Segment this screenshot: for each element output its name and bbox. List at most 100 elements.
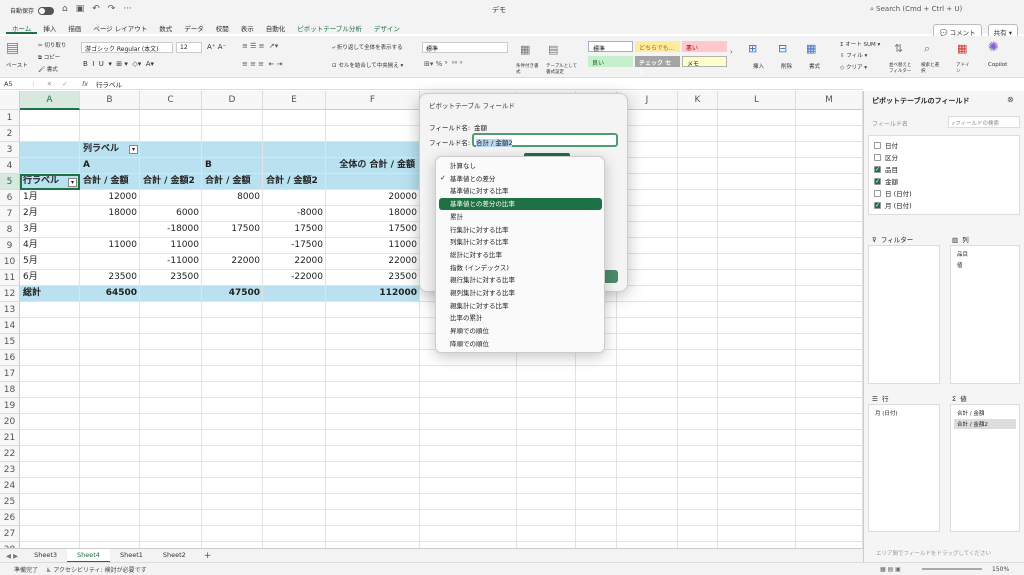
row-header-4[interactable]: 4 [0,158,20,174]
row-header-15[interactable]: 15 [0,334,20,350]
field-item[interactable]: 区分 [874,152,898,162]
row-header-16[interactable]: 16 [0,350,20,366]
menu-item-3[interactable]: 基準値との差分の比率 [439,198,602,211]
value-cell[interactable]: 17500 [263,222,326,237]
menu-item-11[interactable]: 親集計に対する比率 [450,300,509,310]
row-header-17[interactable]: 17 [0,366,20,382]
value-cell[interactable]: 17500 [202,222,263,237]
style-normal[interactable]: 標準 [588,41,633,53]
value-cell[interactable]: 22000 [263,254,326,269]
value-cell[interactable]: -11000 [140,254,202,269]
sort-filter-button[interactable]: 並べ替えとフィルター [889,62,915,74]
column-header-K[interactable]: K [678,91,718,110]
value-cell[interactable]: 11000 [80,238,140,253]
value-cell[interactable]: 23500 [80,270,140,285]
sheet-tab-sheet2[interactable]: Sheet2 [153,549,196,563]
field-item[interactable]: 日 (日付) [874,188,912,198]
number-format-icons[interactable]: ⊞▾ % ⁹ ⁰⁰ ⁰ [424,60,462,68]
view-icons[interactable]: ▦ ▤ ▣ [880,566,901,573]
clear-button[interactable]: ◇ クリア ▾ [840,63,867,71]
accessibility-status[interactable]: ♿ アクセシビリティ: 検討が必要です [38,565,147,574]
tab-1[interactable]: 挿入 [37,20,62,34]
value-header-1[interactable]: 合計 / 金額 [80,174,140,189]
total-cell-d[interactable]: 47500 [202,286,263,301]
field-checkbox[interactable]: ✓ [874,165,881,173]
merge-center-button[interactable]: ⊡ セルを結合して中央揃え ▾ [332,61,403,69]
menu-item-9[interactable]: 親行集計に対する比率 [450,274,515,284]
value-header-3[interactable]: 合計 / 金額 [202,174,263,189]
insert-button[interactable]: 挿入 [753,62,764,70]
value-cell[interactable]: 18000 [80,206,140,221]
column-header-C[interactable]: C [140,91,202,110]
sheet-tab-sheet3[interactable]: Sheet3 [24,549,67,563]
value-cell[interactable]: 8000 [202,190,263,205]
tab-7[interactable]: 表示 [235,20,260,34]
col-labels-cell[interactable]: 列ラベル [80,142,130,157]
font-select[interactable]: 游ゴシック Regular (本文) [81,42,173,53]
value-header-2[interactable]: 合計 / 金額2 [140,174,202,189]
row-header-1[interactable]: 1 [0,110,20,126]
value-cell[interactable]: 23500 [140,270,202,285]
row-header-3[interactable]: 3 [0,142,20,158]
values-drop-area[interactable]: 合計 / 金額 合計 / 金額2 [950,404,1020,532]
fx-icon[interactable]: fx [82,80,96,88]
row-header-20[interactable]: 20 [0,414,20,430]
paste-button[interactable]: ペースト [6,61,28,69]
formula-input[interactable]: 行ラベル [96,79,122,89]
column-header-A[interactable]: A [20,91,80,110]
number-format-select[interactable]: 標準 [422,42,508,53]
field-item[interactable]: ✓ 月 (日付) [874,200,912,210]
value-header-4[interactable]: 合計 / 金額2 [263,174,326,189]
group-a-cell[interactable]: A [80,158,140,173]
column-header-L[interactable]: L [718,91,796,110]
filter-drop-area[interactable] [868,245,940,384]
tab-2[interactable]: 描画 [62,20,87,34]
menu-item-5[interactable]: 行集計に対する比率 [450,224,509,234]
row-header-22[interactable]: 22 [0,446,20,462]
undo-icon[interactable]: ↶ [92,4,100,14]
field-checkbox[interactable] [874,153,881,161]
autosave[interactable]: 自動保存 [10,6,55,15]
columns-drop-area[interactable]: 品目値 [950,245,1020,384]
row-header-12[interactable]: 12 [0,286,20,302]
menu-item-6[interactable]: 列集計に対する比率 [450,236,509,246]
value-cell[interactable]: 22000 [202,254,263,269]
month-cell[interactable]: 4月 [20,238,80,253]
value-cell[interactable]: -18000 [140,222,202,237]
area-item[interactable]: 合計 / 金額 [954,408,1016,418]
font-grow-icon[interactable]: A⁺ A⁻ [207,43,226,51]
menu-item-8[interactable]: 指数 (インデックス) [450,262,509,272]
tab-0[interactable]: ホーム [6,20,38,34]
style-good[interactable]: 良い [588,56,633,67]
value-cell[interactable]: -22000 [263,270,326,285]
row-header-7[interactable]: 7 [0,206,20,222]
tab-8[interactable]: 自動化 [260,20,292,34]
menu-item-10[interactable]: 親列集計に対する比率 [450,287,515,297]
field-item[interactable]: ✓ 品目 [874,164,898,174]
menu-item-0[interactable]: 計算なし [450,160,476,170]
style-bad[interactable]: 悪い [682,41,727,52]
grand-total-label[interactable]: 総計 [20,286,80,301]
field-checkbox[interactable] [874,141,881,149]
name-box[interactable]: A5 [0,80,30,88]
cut-button[interactable]: ✂ 切り取り [38,41,66,49]
insert-cells-icon[interactable]: ⊞ [748,42,757,55]
row-header-23[interactable]: 23 [0,462,20,478]
value-cell[interactable]: 20000 [326,190,420,205]
month-cell[interactable]: 6月 [20,270,80,285]
row-header-9[interactable]: 9 [0,238,20,254]
row-header-25[interactable]: 25 [0,494,20,510]
row-header-24[interactable]: 24 [0,478,20,494]
style-neutral[interactable]: どちらでも... [635,41,680,52]
autosave-toggle[interactable] [38,6,55,15]
value-cell[interactable]: 6000 [140,206,202,221]
row-header-5[interactable]: 5 [0,174,20,190]
formula-controls[interactable]: ⋮ ✕ ✓ [30,80,82,88]
column-header-B[interactable]: B [80,91,140,110]
add-sheet-icon[interactable]: + [196,551,220,561]
conditional-format-button[interactable]: 条件付き書式 [516,63,540,75]
rows-drop-area[interactable]: 月 (日付) [868,404,940,532]
align-top-icons[interactable]: ≡ ☰ ≡ ↗▾ [242,42,278,50]
month-cell[interactable]: 5月 [20,254,80,269]
delete-cells-icon[interactable]: ⊟ [778,42,787,55]
